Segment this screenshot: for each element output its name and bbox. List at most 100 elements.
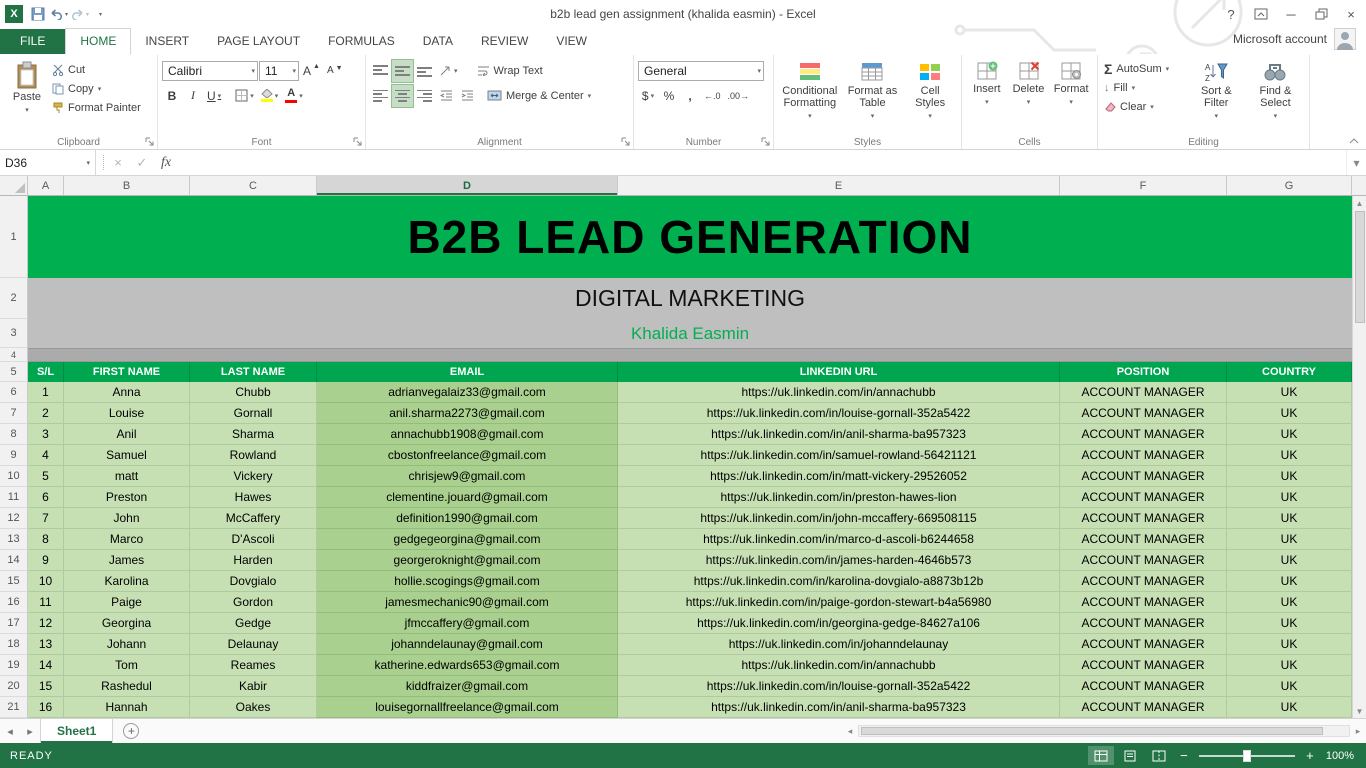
cell-position[interactable]: ACCOUNT MANAGER bbox=[1060, 613, 1227, 634]
insert-function-icon[interactable]: fx bbox=[154, 150, 178, 175]
cell-linkedin-url[interactable]: https://uk.linkedin.com/in/anil-sharma-b… bbox=[618, 424, 1060, 445]
cell-linkedin-url[interactable]: https://uk.linkedin.com/in/matt-vickery-… bbox=[618, 466, 1060, 487]
formula-bar-expand-icon[interactable]: ▾ bbox=[1346, 150, 1366, 175]
column-header-e[interactable]: E bbox=[618, 176, 1060, 195]
autosum-button[interactable]: ΣAutoSum▾ bbox=[1102, 59, 1187, 78]
ribbon-display-options-button[interactable] bbox=[1246, 2, 1276, 26]
cell-email[interactable]: anil.sharma2273@gmail.com bbox=[317, 403, 618, 424]
align-left-button[interactable] bbox=[370, 85, 391, 107]
cell-country[interactable]: UK bbox=[1227, 634, 1352, 655]
font-dialog-launcher-icon[interactable] bbox=[353, 137, 363, 147]
sheet-nav-left-icon[interactable]: ◂ bbox=[0, 725, 20, 738]
cell-last-name[interactable]: Gordon bbox=[190, 592, 317, 613]
row-header[interactable]: 17 bbox=[0, 613, 28, 634]
zoom-slider[interactable] bbox=[1199, 755, 1295, 757]
cell-email[interactable]: annachubb1908@gmail.com bbox=[317, 424, 618, 445]
align-right-button[interactable] bbox=[414, 85, 435, 107]
find-select-button[interactable]: Find & Select▾ bbox=[1246, 58, 1305, 132]
cell-first-name[interactable]: Marco bbox=[64, 529, 190, 550]
row-header-5[interactable]: 5 bbox=[0, 362, 28, 382]
cell-sl[interactable]: 6 bbox=[28, 487, 64, 508]
cell-last-name[interactable]: Gedge bbox=[190, 613, 317, 634]
header-linkedin-url[interactable]: LINKEDIN URL bbox=[618, 362, 1060, 382]
cell-first-name[interactable]: John bbox=[64, 508, 190, 529]
row-header[interactable]: 7 bbox=[0, 403, 28, 424]
row-header-4[interactable]: 4 bbox=[0, 348, 28, 362]
format-as-table-button[interactable]: Format as Table▾ bbox=[842, 58, 904, 132]
cell-country[interactable]: UK bbox=[1227, 655, 1352, 676]
name-box[interactable]: D36▾ bbox=[0, 150, 96, 175]
horizontal-scroll-thumb[interactable] bbox=[861, 727, 1323, 735]
clear-button[interactable]: Clear▾ bbox=[1102, 97, 1187, 116]
row-header[interactable]: 12 bbox=[0, 508, 28, 529]
cell-sl[interactable]: 14 bbox=[28, 655, 64, 676]
cell-country[interactable]: UK bbox=[1227, 487, 1352, 508]
comma-style-button[interactable]: , bbox=[680, 85, 700, 107]
tab-page-layout[interactable]: PAGE LAYOUT bbox=[203, 29, 314, 54]
cell-first-name[interactable]: Tom bbox=[64, 655, 190, 676]
format-cells-button[interactable]: Format▾ bbox=[1049, 58, 1093, 132]
cell-sl[interactable]: 16 bbox=[28, 697, 64, 718]
cell-position[interactable]: ACCOUNT MANAGER bbox=[1060, 466, 1227, 487]
cell-position[interactable]: ACCOUNT MANAGER bbox=[1060, 655, 1227, 676]
row-header[interactable]: 8 bbox=[0, 424, 28, 445]
banner-subtitle-cell[interactable]: DIGITAL MARKETING bbox=[28, 278, 1352, 319]
clipboard-dialog-launcher-icon[interactable] bbox=[145, 137, 155, 147]
cell-last-name[interactable]: Sharma bbox=[190, 424, 317, 445]
cell-linkedin-url[interactable]: https://uk.linkedin.com/in/annachubb bbox=[618, 382, 1060, 403]
cell-first-name[interactable]: Rashedul bbox=[64, 676, 190, 697]
cell-linkedin-url[interactable]: https://uk.linkedin.com/in/karolina-dovg… bbox=[618, 571, 1060, 592]
header-position[interactable]: POSITION bbox=[1060, 362, 1227, 382]
increase-font-icon[interactable]: A▲ bbox=[300, 60, 323, 82]
column-header-g[interactable]: G bbox=[1227, 176, 1352, 195]
help-button[interactable]: ? bbox=[1216, 2, 1246, 26]
cell-first-name[interactable]: Preston bbox=[64, 487, 190, 508]
cell-email[interactable]: clementine.jouard@gmail.com bbox=[317, 487, 618, 508]
cell-email[interactable]: chrisjew9@gmail.com bbox=[317, 466, 618, 487]
top-align-button[interactable] bbox=[370, 60, 391, 82]
account-menu[interactable]: Microsoft account bbox=[1233, 28, 1366, 54]
cell-last-name[interactable]: Chubb bbox=[190, 382, 317, 403]
vertical-scroll-thumb[interactable] bbox=[1355, 211, 1365, 323]
minimize-button[interactable]: ─ bbox=[1276, 2, 1306, 26]
column-header-b[interactable]: B bbox=[64, 176, 190, 195]
cell-first-name[interactable]: matt bbox=[64, 466, 190, 487]
header-country[interactable]: COUNTRY bbox=[1227, 362, 1352, 382]
cell-sl[interactable]: 7 bbox=[28, 508, 64, 529]
cell-linkedin-url[interactable]: https://uk.linkedin.com/in/samuel-rowlan… bbox=[618, 445, 1060, 466]
cell-email[interactable]: definition1990@gmail.com bbox=[317, 508, 618, 529]
wrap-text-button[interactable]: Wrap Text bbox=[475, 61, 545, 80]
cell-first-name[interactable]: Paige bbox=[64, 592, 190, 613]
cell-linkedin-url[interactable]: https://uk.linkedin.com/in/johanndelauna… bbox=[618, 634, 1060, 655]
merge-center-button[interactable]: Merge & Center▾ bbox=[485, 86, 593, 105]
percent-style-button[interactable]: % bbox=[659, 85, 679, 107]
cell-last-name[interactable]: McCaffery bbox=[190, 508, 317, 529]
cell-email[interactable]: jfmccaffery@gmail.com bbox=[317, 613, 618, 634]
cell-sl[interactable]: 1 bbox=[28, 382, 64, 403]
header-sl[interactable]: S/L bbox=[28, 362, 64, 382]
cell-sl[interactable]: 10 bbox=[28, 571, 64, 592]
cell-sl[interactable]: 2 bbox=[28, 403, 64, 424]
cell-position[interactable]: ACCOUNT MANAGER bbox=[1060, 382, 1227, 403]
cell-position[interactable]: ACCOUNT MANAGER bbox=[1060, 592, 1227, 613]
cell-first-name[interactable]: Karolina bbox=[64, 571, 190, 592]
cell-first-name[interactable]: Anna bbox=[64, 382, 190, 403]
accounting-format-button[interactable]: $ ▾ bbox=[638, 85, 658, 107]
qat-customize-icon[interactable]: ▾ bbox=[91, 4, 109, 24]
cell-sl[interactable]: 13 bbox=[28, 634, 64, 655]
tab-view[interactable]: VIEW bbox=[542, 29, 601, 54]
tab-review[interactable]: REVIEW bbox=[467, 29, 542, 54]
cell-country[interactable]: UK bbox=[1227, 424, 1352, 445]
collapse-ribbon-icon[interactable] bbox=[1348, 137, 1360, 145]
cell-linkedin-url[interactable]: https://uk.linkedin.com/in/preston-hawes… bbox=[618, 487, 1060, 508]
sheet-nav-right-icon[interactable]: ▸ bbox=[20, 725, 40, 738]
cell-linkedin-url[interactable]: https://uk.linkedin.com/in/louise-gornal… bbox=[618, 676, 1060, 697]
cell-position[interactable]: ACCOUNT MANAGER bbox=[1060, 529, 1227, 550]
cell-linkedin-url[interactable]: https://uk.linkedin.com/in/louise-gornal… bbox=[618, 403, 1060, 424]
cell-position[interactable]: ACCOUNT MANAGER bbox=[1060, 508, 1227, 529]
decrease-indent-button[interactable] bbox=[436, 85, 456, 107]
row-header[interactable]: 19 bbox=[0, 655, 28, 676]
bold-button[interactable]: B bbox=[162, 85, 182, 107]
number-dialog-launcher-icon[interactable] bbox=[761, 137, 771, 147]
row-header-3[interactable]: 3 bbox=[0, 319, 28, 348]
